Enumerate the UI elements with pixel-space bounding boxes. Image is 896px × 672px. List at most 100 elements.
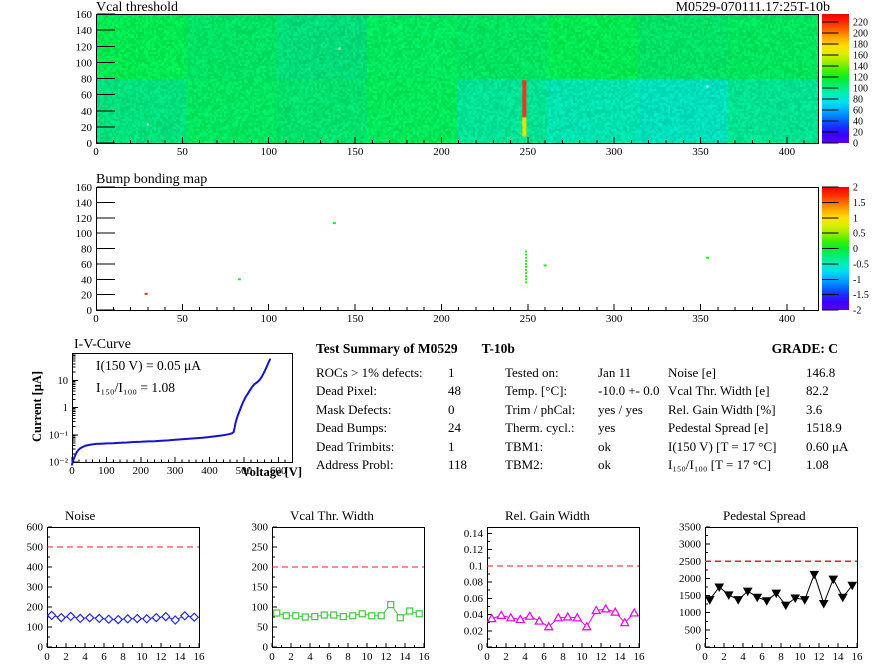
defect-stripe-dash bbox=[525, 265, 528, 268]
y-tick-label: 20 bbox=[81, 122, 93, 134]
y-tick-label: 40 bbox=[81, 274, 93, 286]
y-tick-label: 2000 bbox=[679, 573, 702, 585]
y-tick-label: 0 bbox=[696, 642, 702, 654]
y-tick-label: 20 bbox=[81, 290, 93, 302]
y-tick-label: 0.1 bbox=[469, 560, 483, 572]
y-tick-label: 300 bbox=[27, 582, 44, 594]
x-tick-label: 100 bbox=[98, 465, 115, 477]
plot-frame bbox=[96, 14, 819, 144]
data-marker bbox=[320, 611, 328, 619]
y-tick-label: 10⁻² bbox=[49, 458, 68, 469]
y-tick-label: 400 bbox=[27, 562, 44, 574]
plot-layer: 0204060801001201401600 50 100 150 200 250 300 3… bbox=[27, 9, 869, 663]
y-tick-label: 150 bbox=[252, 582, 269, 594]
x-tick-label: 10 bbox=[362, 651, 374, 663]
y-tick-label: 0 bbox=[38, 642, 44, 654]
x-tick-label: 10 bbox=[577, 651, 589, 663]
x-tick-label: 8 bbox=[560, 651, 566, 663]
y-tick-label: 60 bbox=[81, 259, 93, 271]
data-marker bbox=[349, 612, 357, 620]
x-tick-label: 2 bbox=[288, 651, 294, 663]
y-tick-label: 10 bbox=[58, 376, 69, 387]
x-tick-label: 300 bbox=[167, 465, 184, 477]
plot-frame bbox=[96, 187, 819, 311]
x-tick-label: 14 bbox=[615, 651, 627, 663]
data-marker bbox=[46, 610, 57, 621]
data-marker bbox=[406, 607, 414, 615]
data-marker bbox=[170, 615, 181, 625]
data-marker bbox=[84, 612, 95, 623]
y-tick-label: 50 bbox=[257, 622, 269, 634]
colorbar-label: 200 bbox=[853, 29, 868, 40]
x-tick-label: 200 bbox=[433, 313, 450, 325]
colorbar-label: 1 bbox=[853, 213, 858, 224]
x-tick-label: 6 bbox=[326, 651, 332, 663]
defect-stripe-dash bbox=[525, 256, 528, 259]
y-tick-label: 100 bbox=[76, 228, 93, 240]
y-tick-label: 500 bbox=[27, 542, 44, 554]
x-tick-label: 12 bbox=[381, 651, 392, 663]
data-marker bbox=[75, 613, 86, 624]
y-tick-label: 80 bbox=[81, 244, 93, 256]
x-tick-label: 400 bbox=[201, 465, 218, 477]
defect-dot bbox=[332, 222, 336, 225]
y-tick-label: 100 bbox=[27, 622, 44, 634]
plot-frame bbox=[487, 527, 640, 648]
y-tick-label: 0.02 bbox=[464, 625, 483, 637]
data-marker bbox=[358, 610, 366, 618]
defect-stripe-dash bbox=[525, 278, 528, 281]
x-tick-label: 200 bbox=[433, 146, 450, 158]
colorbar-label: 2 bbox=[853, 183, 858, 194]
y-tick-label: 0 bbox=[478, 642, 484, 654]
x-tick-label: 6 bbox=[541, 651, 547, 663]
x-tick-label: 2 bbox=[503, 651, 509, 663]
colorbar-label: 160 bbox=[853, 51, 868, 62]
x-tick-label: 4 bbox=[740, 651, 746, 663]
x-tick-label: 400 bbox=[779, 146, 796, 158]
x-tick-label: 2 bbox=[721, 651, 727, 663]
defect-dot bbox=[144, 292, 148, 295]
colorbar-label: 140 bbox=[853, 62, 868, 73]
y-tick-label: 0 bbox=[263, 642, 269, 654]
data-marker bbox=[339, 612, 347, 621]
x-tick-label: 100 bbox=[260, 146, 277, 158]
x-tick-label: 500 bbox=[236, 465, 253, 477]
defect-dot bbox=[705, 256, 709, 259]
x-tick-label: 0 bbox=[44, 651, 50, 663]
defect-stripe-dash bbox=[525, 281, 528, 284]
y-tick-label: 100 bbox=[252, 602, 269, 614]
data-marker bbox=[160, 611, 171, 622]
y-tick-label: 140 bbox=[76, 197, 93, 209]
x-tick-label: 350 bbox=[692, 313, 709, 325]
colorbar-label: -2 bbox=[853, 306, 861, 317]
x-tick-label: 2 bbox=[63, 651, 69, 663]
data-marker bbox=[141, 613, 152, 624]
x-tick-label: 16 bbox=[634, 651, 646, 663]
defect-stripe-dash bbox=[525, 272, 528, 275]
x-tick-label: 4 bbox=[522, 651, 528, 663]
y-tick-label: 0.06 bbox=[464, 593, 484, 605]
x-tick-label: 0 bbox=[69, 465, 75, 477]
data-marker bbox=[377, 612, 385, 620]
x-tick-label: 300 bbox=[606, 313, 623, 325]
x-tick-label: 10 bbox=[137, 651, 149, 663]
x-tick-label: 350 bbox=[692, 146, 709, 158]
colorbar-label: 220 bbox=[853, 18, 868, 29]
x-tick-label: 400 bbox=[779, 313, 796, 325]
colorbar-label: 180 bbox=[853, 40, 868, 51]
colorbar-label: 80 bbox=[853, 95, 863, 106]
y-tick-label: 3500 bbox=[679, 522, 702, 534]
colorbar-label: 20 bbox=[853, 128, 863, 139]
iv-curve-line bbox=[71, 358, 271, 466]
defect-stripe-dash bbox=[525, 275, 528, 278]
data-marker bbox=[368, 612, 376, 620]
x-tick-label: 0 bbox=[269, 651, 275, 663]
y-tick-label: 60 bbox=[81, 90, 93, 102]
data-marker bbox=[151, 612, 162, 623]
y-tick-label: 300 bbox=[252, 522, 269, 534]
x-tick-label: 10 bbox=[795, 651, 807, 663]
data-marker bbox=[103, 614, 114, 625]
plot-frame bbox=[47, 527, 200, 648]
x-tick-label: 50 bbox=[177, 146, 189, 158]
x-tick-label: 250 bbox=[520, 313, 537, 325]
